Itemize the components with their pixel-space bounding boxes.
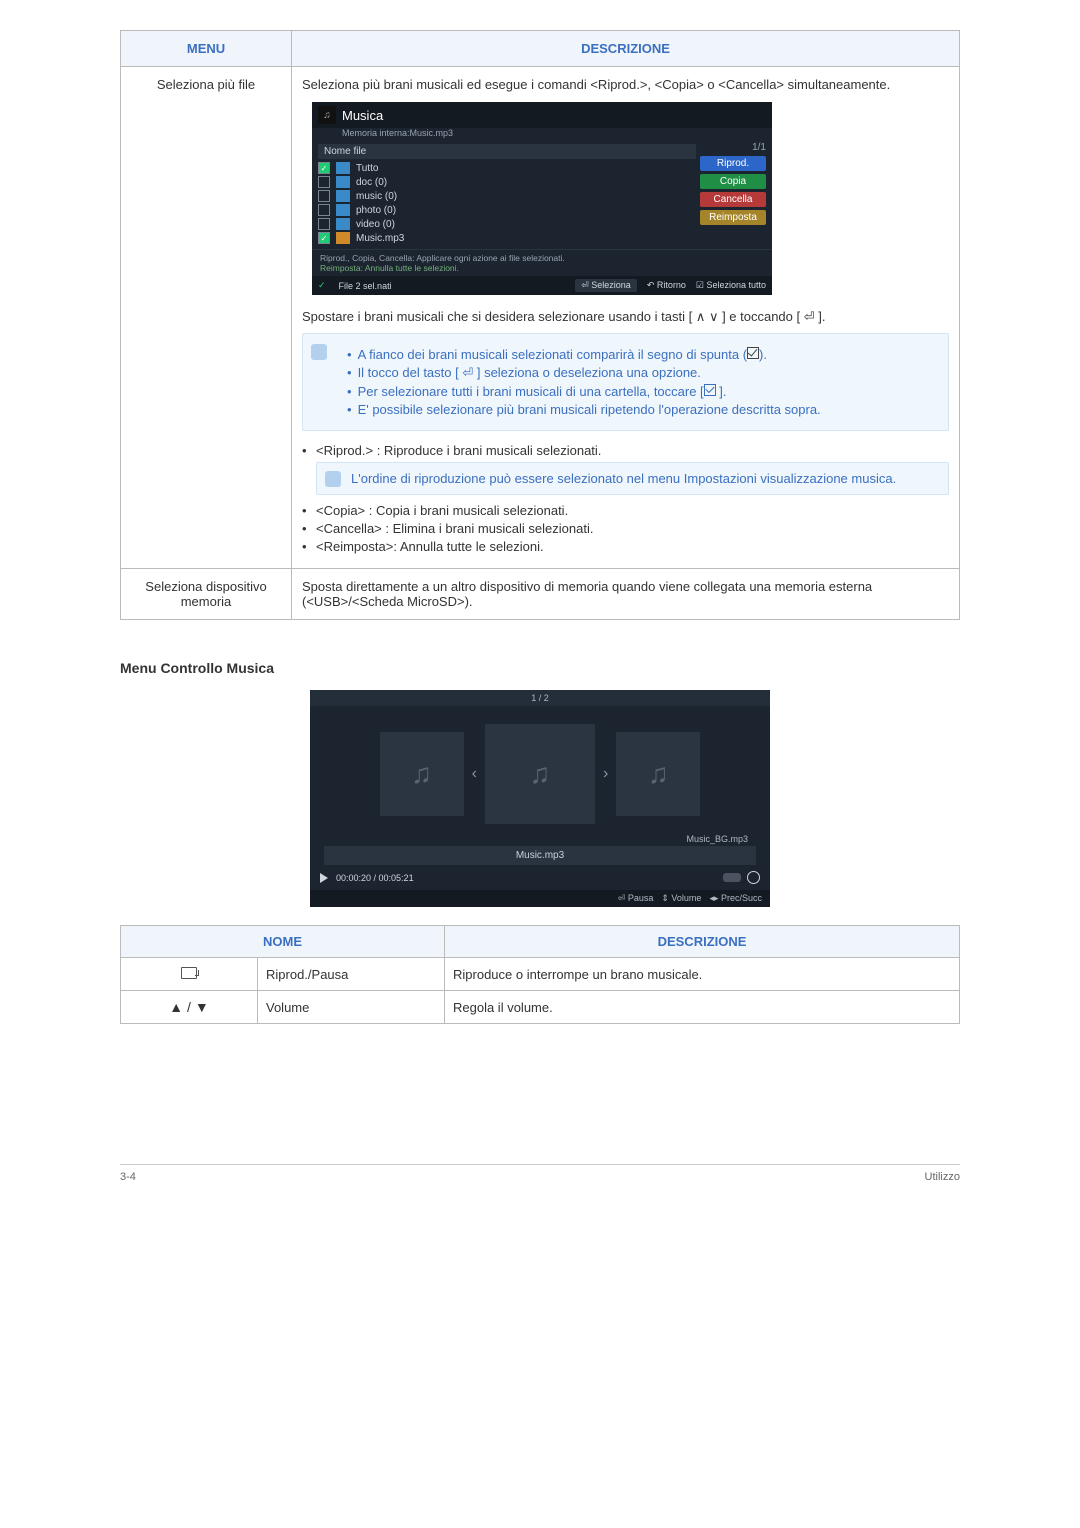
music-control-screenshot: 1 / 2 ♫ ‹ ♫ › ♫ Music_BG.mp3 Music.mp3 0… bbox=[310, 690, 770, 907]
music-selection-screenshot: ♫ Musica Memoria interna:Music.mp3 Nome … bbox=[312, 102, 772, 295]
name-riprod: Riprod./Pausa bbox=[258, 958, 445, 991]
checkbox-icon bbox=[318, 190, 330, 202]
li-cancella: <Cancella> : Elimina i brani musicali se… bbox=[302, 521, 949, 536]
album-art-next: ♫ bbox=[616, 732, 700, 816]
chevron-right-icon: › bbox=[603, 765, 608, 783]
section-title: Menu Controllo Musica bbox=[120, 660, 960, 676]
checkmark-icon bbox=[747, 347, 759, 359]
updown-symbol: ▲ / ▼ bbox=[121, 991, 258, 1024]
badge-icon bbox=[723, 873, 741, 882]
music-icon: ♫ bbox=[318, 106, 336, 124]
note-box: L'ordine di riproduzione può essere sele… bbox=[316, 462, 949, 495]
menu-label: Seleziona più file bbox=[121, 67, 292, 569]
album-art-prev: ♫ bbox=[380, 732, 464, 816]
loop-icon bbox=[747, 871, 760, 884]
page-indicator: 1/1 bbox=[700, 142, 766, 153]
play-icon bbox=[320, 873, 328, 883]
bulb-icon bbox=[325, 471, 341, 487]
current-track-name: Music.mp3 bbox=[324, 846, 756, 865]
album-art-current: ♫ bbox=[485, 724, 595, 824]
foot-seleziona: ⏎ Seleziona bbox=[575, 279, 637, 292]
checkbox-icon bbox=[318, 218, 330, 230]
check-icon: ✓ bbox=[318, 280, 326, 291]
shot-title: Musica bbox=[342, 108, 383, 123]
intro-text: Seleziona più brani musicali ed esegue i… bbox=[302, 77, 949, 92]
footer-left: 3-4 bbox=[120, 1171, 136, 1183]
li-copia: <Copia> : Copia i brani musicali selezio… bbox=[302, 503, 949, 518]
control-table: NOME DESCRIZIONE Riprod./Pausa Riproduce… bbox=[120, 925, 960, 1024]
bulb-icon bbox=[311, 344, 327, 360]
checkbox-icon: ✓ bbox=[318, 162, 330, 174]
desc-2: Sposta direttamente a un altro dispositi… bbox=[292, 569, 960, 620]
checkbox-icon: ✓ bbox=[318, 232, 330, 244]
li-reimposta: <Reimposta>: Annulla tutte le selezioni. bbox=[302, 539, 949, 554]
li-riprod: <Riprod.> : Riproduce i brani musicali s… bbox=[302, 443, 949, 458]
cancella-button: Cancella bbox=[700, 192, 766, 207]
enter-symbol bbox=[121, 958, 258, 991]
menu-label-2: Seleziona dispositivo memoria bbox=[121, 569, 292, 620]
foot-seltutto: ☑ Seleziona tutto bbox=[696, 280, 766, 291]
foot-volume: ⇕ Volume bbox=[661, 893, 701, 904]
page-indicator: 1 / 2 bbox=[310, 690, 770, 706]
th-nome: NOME bbox=[121, 926, 445, 958]
th-desc: DESCRIZIONE bbox=[292, 31, 960, 67]
time-display: 00:00:20 / 00:05:21 bbox=[336, 873, 414, 883]
menu-description-table: MENU DESCRIZIONE Seleziona più file Sele… bbox=[120, 30, 960, 620]
chevron-left-icon: ‹ bbox=[472, 765, 477, 783]
desc-riprod: Riproduce o interrompe un brano musicale… bbox=[445, 958, 960, 991]
th-menu: MENU bbox=[121, 31, 292, 67]
copia-button: Copia bbox=[700, 174, 766, 189]
shot-path: Memoria interna:Music.mp3 bbox=[312, 128, 772, 140]
folder-icon bbox=[336, 162, 350, 174]
shot-note1: Riprod., Copia, Cancella: Applicare ogni… bbox=[320, 253, 764, 263]
foot-ritorno: ↶ Ritorno bbox=[647, 280, 686, 291]
riprod-button: Riprod. bbox=[700, 156, 766, 171]
file-icon bbox=[336, 232, 350, 244]
name-volume: Volume bbox=[258, 991, 445, 1024]
desc-cell: Seleziona più brani musicali ed esegue i… bbox=[292, 67, 960, 569]
nome-file-header: Nome file bbox=[318, 144, 696, 159]
foot-pausa: ⏎ Pausa bbox=[618, 893, 654, 904]
checkbox-icon bbox=[318, 176, 330, 188]
folder-icon bbox=[336, 176, 350, 188]
tips-box: •A fianco dei brani musicali selezionati… bbox=[302, 333, 949, 431]
foot-prec: ◂▸ Prec/Succ bbox=[709, 893, 762, 904]
folder-icon bbox=[336, 190, 350, 202]
footer-right: Utilizzo bbox=[925, 1171, 960, 1183]
shot-note2: Reimposta: Annulla tutte le selezioni. bbox=[320, 263, 764, 273]
move-instruction: Spostare i brani musicali che si desider… bbox=[302, 309, 949, 325]
select-all-icon bbox=[704, 384, 716, 396]
folder-icon bbox=[336, 204, 350, 216]
th-desc2: DESCRIZIONE bbox=[445, 926, 960, 958]
page-footer: 3-4 Utilizzo bbox=[120, 1164, 960, 1203]
desc-volume: Regola il volume. bbox=[445, 991, 960, 1024]
reimposta-button: Reimposta bbox=[700, 210, 766, 225]
checkbox-icon bbox=[318, 204, 330, 216]
next-track-label: Music_BG.mp3 bbox=[310, 832, 770, 846]
folder-icon bbox=[336, 218, 350, 230]
